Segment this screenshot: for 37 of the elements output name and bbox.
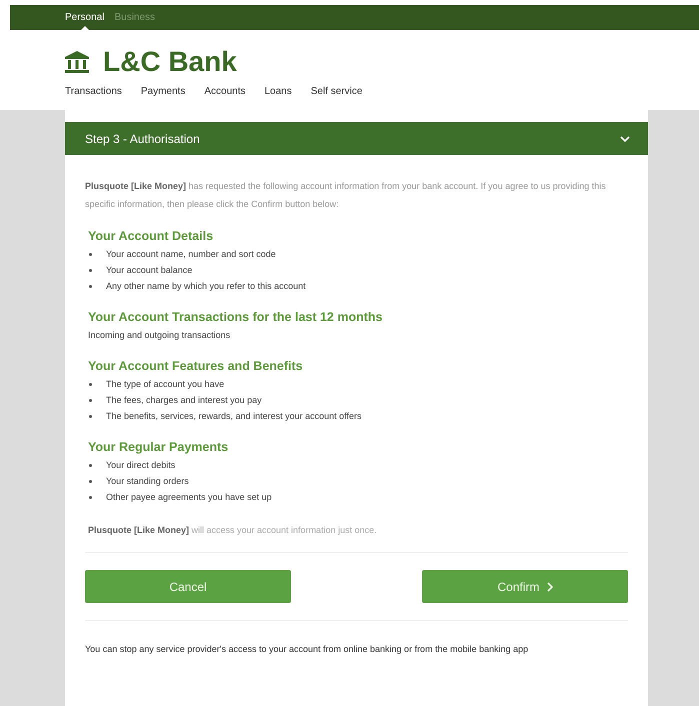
nav-link[interactable]: Payments [140, 86, 186, 97]
chevron-down-icon [620, 136, 630, 142]
list-item: Your account name, number and sort code [106, 249, 276, 259]
list-item: Any other name by which you refer to this account [106, 281, 306, 291]
section-heading: Your Regular Payments [88, 440, 230, 454]
access-note: Plusquote [Like Money] will access your account information just once. [88, 525, 378, 535]
list-item: Other payee agreements you have set up [106, 492, 272, 502]
section-heading: Your Account Details [88, 229, 214, 243]
list-item: The type of account you have [106, 379, 224, 389]
bullet-icon [89, 398, 92, 402]
nav-link[interactable]: Transactions [65, 86, 122, 97]
bullet-icon [89, 464, 92, 466]
list-item: The fees, charges and interest you pay [106, 395, 262, 405]
list-item: Your direct debits [106, 460, 176, 470]
footer-note: You can stop any service provider's access to your account from online banking or from the mobile banking app [85, 644, 530, 654]
step-header[interactable]: Step 3 - Authorisation [65, 122, 648, 155]
list-item: Your standing orders [106, 476, 189, 486]
section-heading: Your Account Transactions for the last 12 months [88, 310, 384, 324]
list-item: Your account balance [106, 265, 192, 275]
bullet-icon [89, 252, 92, 256]
intro-text: Plusquote [Like Money] has requested the following account information from your bank account. If you agree to us providing this specific information, then please click the Confirm button below: [85, 180, 607, 211]
bullet-icon [89, 268, 92, 272]
list-item: The benefits, services, rewards, and interest your account offers [106, 411, 362, 421]
section-heading: Your Account Features and Benefits [88, 359, 304, 373]
bullet-icon [89, 414, 92, 418]
nav-link[interactable]: Loans [264, 86, 292, 97]
nav-link[interactable]: Accounts [204, 86, 246, 97]
bullet-icon [89, 284, 92, 288]
bank-logo-text: L&C Bank [103, 46, 237, 78]
section-text: Incoming and outgoing transactions [88, 329, 232, 342]
bank-icon [65, 51, 89, 73]
chevron-right-icon [546, 582, 552, 592]
bullet-icon [89, 382, 92, 386]
bullet-icon [89, 496, 92, 498]
bullet-icon [89, 480, 92, 482]
nav-link[interactable]: Self service [310, 86, 362, 97]
segment-tab[interactable]: Personal [65, 5, 104, 30]
